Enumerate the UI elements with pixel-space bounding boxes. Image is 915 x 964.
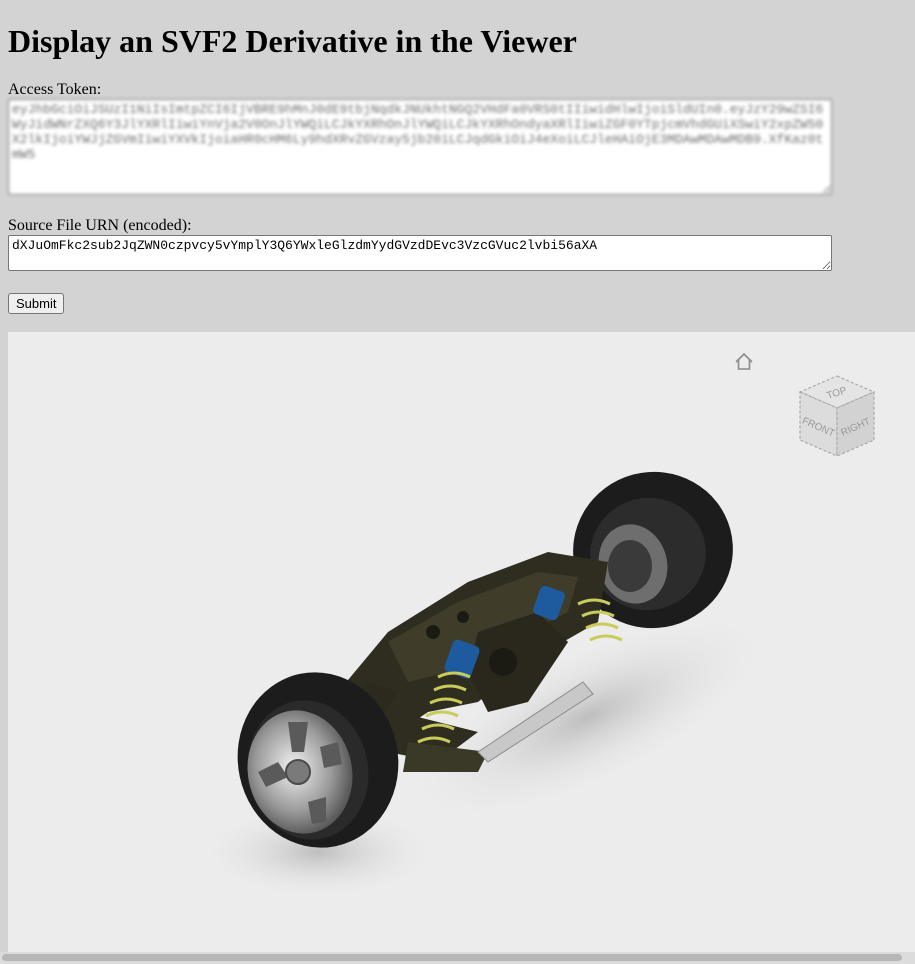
access-token-label: Access Token:: [8, 81, 102, 98]
submit-button[interactable]: Submit: [8, 293, 65, 314]
suspension-model: [198, 471, 772, 900]
horizontal-scrollbar[interactable]: [0, 952, 915, 964]
source-urn-field[interactable]: dXJuOmFkc2sub2JqZWN0czpvcy5vYmplY3Q6YWxl…: [8, 235, 832, 271]
page-title: Display an SVF2 Derivative in the Viewer: [8, 23, 577, 59]
source-urn-label: Source File URN (encoded):: [8, 217, 192, 234]
access-token-field[interactable]: eyJhbGciOiJSUzI1NiIsImtpZCI6IjVBRE9hMnJ0…: [8, 99, 832, 195]
scrollbar-thumb[interactable]: [2, 954, 902, 961]
viewer-canvas[interactable]: TOP FRONT RIGHT: [8, 332, 915, 952]
